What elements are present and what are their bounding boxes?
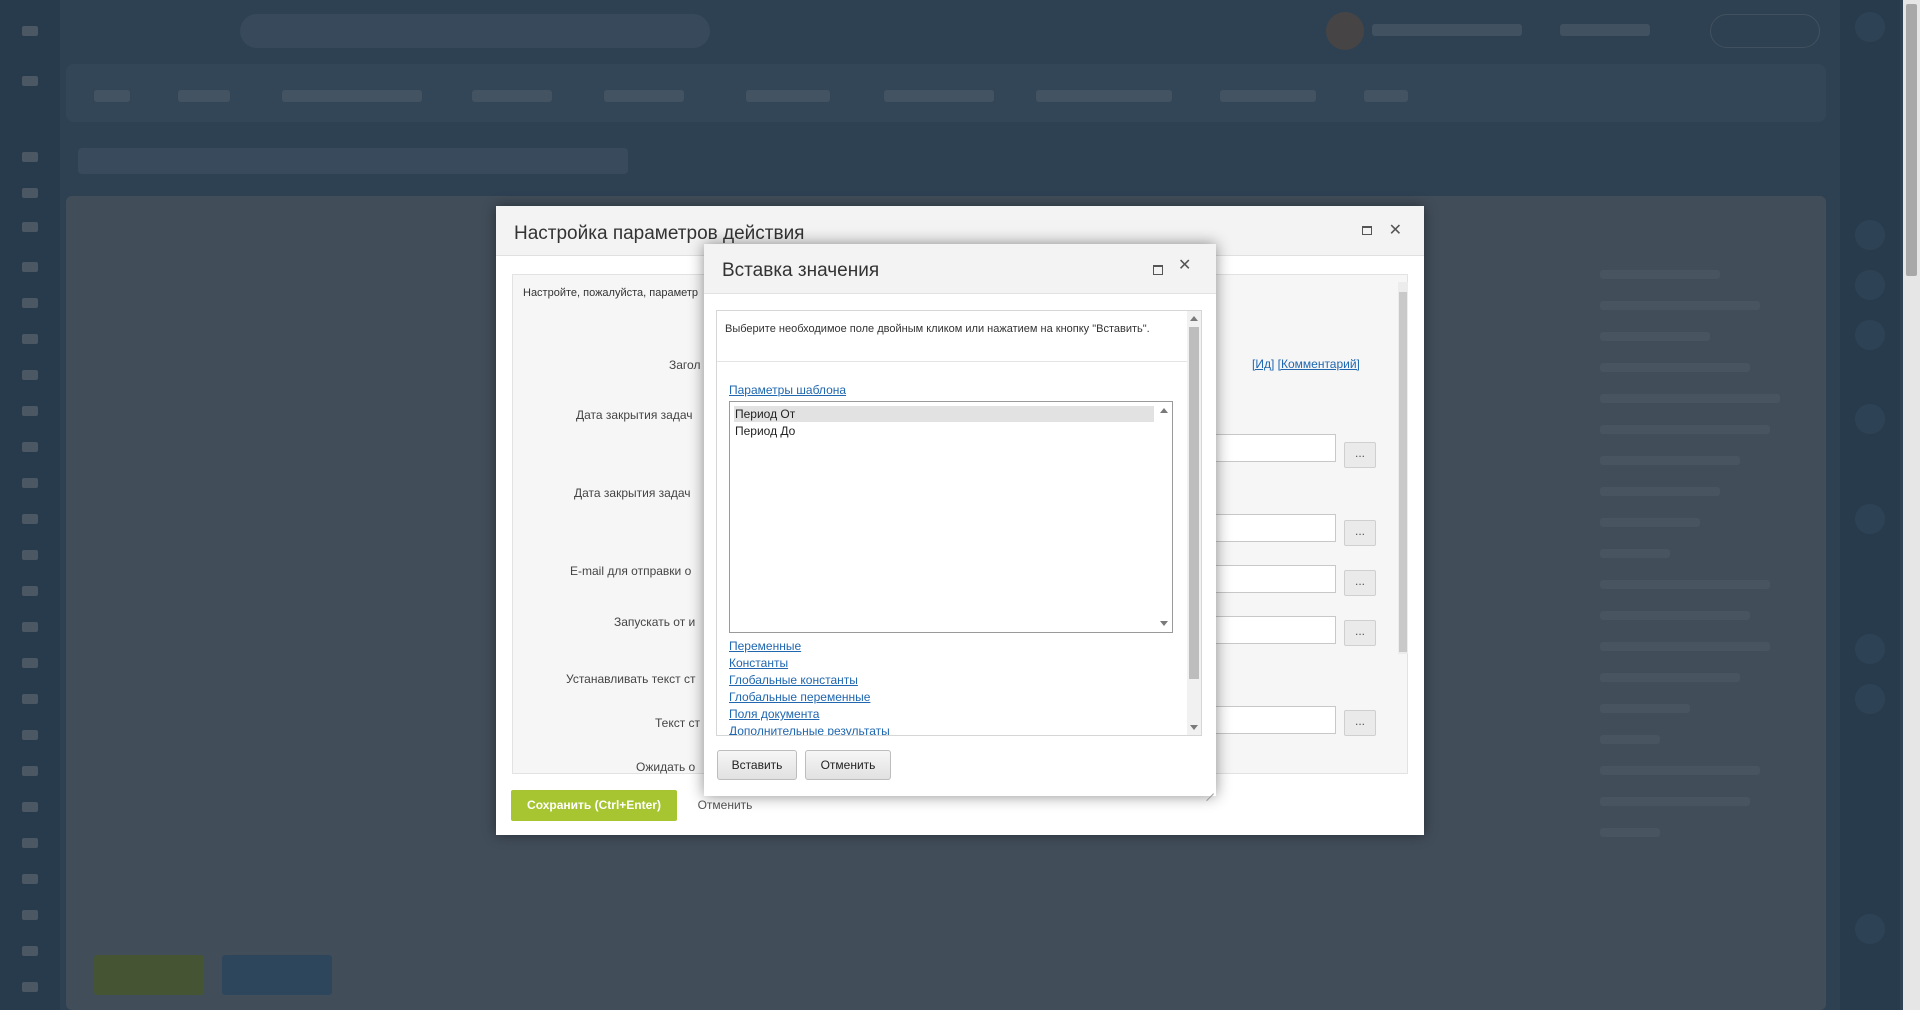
insert-dialog-title: Вставка значения [722, 260, 880, 281]
list-option-period-to[interactable]: Период До [734, 423, 1154, 439]
close-date-input[interactable] [1212, 434, 1336, 462]
close-date-2-input[interactable] [1212, 514, 1336, 542]
template-params-listbox[interactable]: Период От Период До [729, 401, 1173, 633]
field-label-title: Загол [669, 358, 701, 372]
id-link[interactable]: [Ид] [1252, 357, 1274, 371]
dialog-body-scrollbar[interactable] [1398, 282, 1408, 654]
scroll-up-arrow-icon[interactable] [1190, 316, 1198, 321]
insert-dialog-content: Выберите необходимое поле двойным кликом… [716, 310, 1202, 736]
content-scrollbar[interactable] [1187, 311, 1201, 735]
dialog-title: Настройка параметров действия [514, 223, 805, 244]
comment-link[interactable]: [Комментарий] [1278, 357, 1360, 371]
close-icon[interactable]: ✕ [1178, 258, 1191, 274]
field-label-close-date: Дата закрытия задач [576, 408, 693, 422]
maximize-icon[interactable] [1362, 226, 1372, 235]
close-date-picker-button[interactable]: ... [1344, 442, 1376, 468]
field-label-close-date-2: Дата закрытия задач [574, 486, 691, 500]
scrollbar-thumb[interactable] [1189, 327, 1199, 679]
close-icon[interactable]: ✕ [1389, 220, 1402, 240]
email-picker-button[interactable]: ... [1344, 570, 1376, 596]
template-params-link[interactable]: Параметры шаблона [729, 383, 846, 397]
field-label-wait: Ожидать о [636, 760, 696, 774]
global-constants-link[interactable]: Глобальные константы [729, 673, 858, 687]
constants-link[interactable]: Константы [729, 656, 788, 670]
dialog-hint: Настройте, пожалуйста, параметр [523, 287, 699, 299]
global-variables-link[interactable]: Глобальные переменные [729, 690, 870, 704]
insert-cancel-button[interactable]: Отменить [805, 750, 891, 780]
save-button[interactable]: Сохранить (Ctrl+Enter) [511, 790, 677, 821]
email-input[interactable] [1212, 565, 1336, 593]
run-as-picker-button[interactable]: ... [1344, 620, 1376, 646]
list-option-period-from[interactable]: Период От [734, 406, 1154, 422]
scroll-down-arrow-icon[interactable] [1190, 725, 1198, 730]
field-label-text: Текст ст [655, 716, 701, 730]
divider [717, 361, 1187, 362]
insert-button[interactable]: Вставить [717, 750, 797, 780]
status-text-picker-button[interactable]: ... [1344, 710, 1376, 736]
status-text-input[interactable] [1212, 706, 1336, 734]
title-field-links: [Ид] [Комментарий] [1252, 357, 1360, 371]
variables-link[interactable]: Переменные [729, 639, 801, 653]
page-scrollbar[interactable] [1903, 0, 1920, 1010]
scroll-down-arrow-icon[interactable] [1160, 621, 1168, 626]
insert-value-dialog: Вставка значения ✕ Выберите необходимое … [704, 244, 1216, 796]
field-label-email: E-mail для отправки о [570, 564, 692, 578]
additional-results-link[interactable]: Дополнительные результаты [729, 724, 890, 735]
field-label-run-as: Запускать от и [614, 615, 696, 629]
resize-handle-icon[interactable] [1204, 784, 1214, 794]
maximize-icon[interactable] [1153, 265, 1163, 275]
scroll-up-arrow-icon[interactable] [1160, 408, 1168, 413]
insert-dialog-description: Выберите необходимое поле двойным кликом… [725, 323, 1150, 335]
run-as-input[interactable] [1212, 616, 1336, 644]
insert-dialog-header: Вставка значения ✕ [704, 244, 1216, 294]
document-fields-link[interactable]: Поля документа [729, 707, 819, 721]
listbox-scrollbar[interactable] [1157, 403, 1171, 631]
close-date-2-picker-button[interactable]: ... [1344, 520, 1376, 546]
field-label-status-text: Устанавливать текст ст [566, 672, 696, 686]
